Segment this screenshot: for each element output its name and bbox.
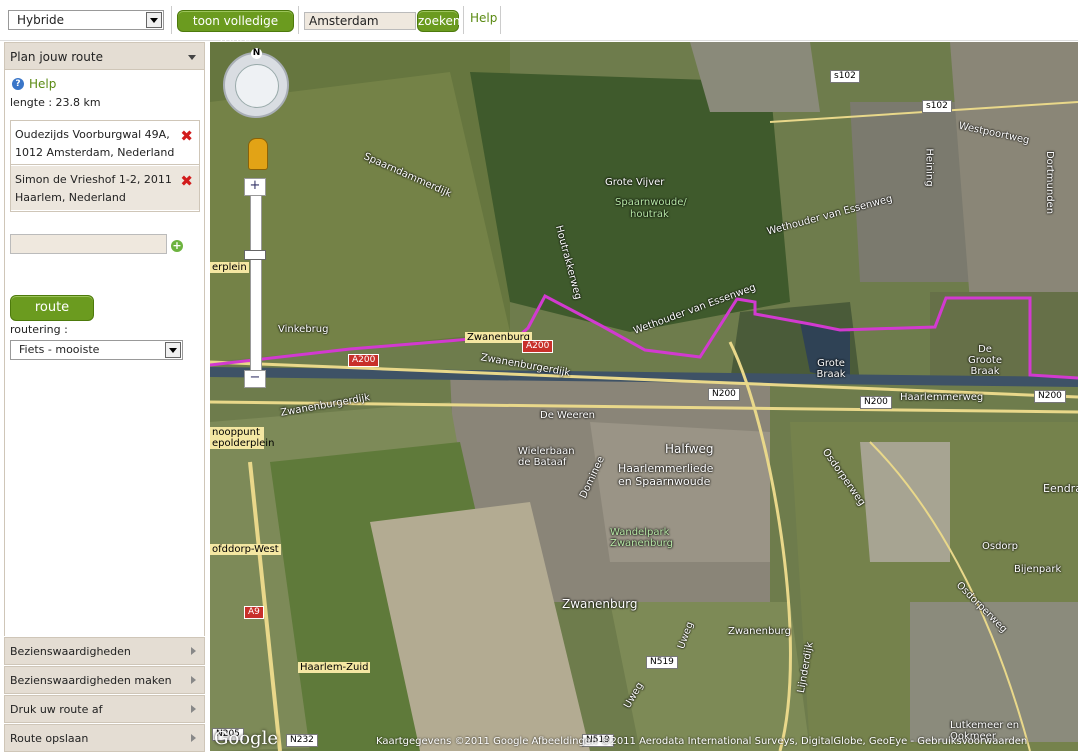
place-label: Wandelpark Zwanenburg: [610, 527, 673, 549]
top-toolbar: Hybride toon volledige route Amsterdam z…: [0, 0, 1078, 48]
map-attribution: Kaartgegevens ©2011 Google Afbeeldingen …: [376, 736, 1028, 747]
road-shield: N200: [1034, 390, 1066, 403]
compass-north-icon: N: [251, 48, 262, 59]
divider: [500, 6, 501, 34]
waypoint-list: Oudezijds Voorburgwal 49A, 1012 Amsterda…: [10, 120, 200, 212]
remove-icon[interactable]: ✖: [180, 172, 193, 190]
zoom-slider[interactable]: [250, 182, 262, 379]
help-icon: ?: [12, 78, 24, 90]
road-label: Heining: [923, 148, 935, 187]
routing-value: Fiets - mooiste: [19, 343, 100, 356]
chevron-right-icon: [191, 647, 196, 655]
place-label: Grote Vijver: [605, 177, 665, 188]
plan-route-body: ? Help lengte : 23.8 km Oudezijds Voorbu…: [4, 70, 205, 636]
waypoint-item[interactable]: Oudezijds Voorburgwal 49A, 1012 Amsterda…: [11, 121, 199, 165]
road-shield: A9: [244, 606, 264, 619]
accordion-save-route[interactable]: Route opslaan: [4, 724, 205, 752]
road-shield: N200: [708, 388, 740, 401]
place-label: ofddorp-West: [210, 544, 281, 555]
divider: [463, 6, 464, 34]
close-route-button[interactable]: route sluiten: [10, 295, 94, 339]
place-label: Haarlemmerliede en Spaarnwoude: [618, 462, 714, 488]
waypoint-line: Haarlem, Nederland: [15, 191, 126, 204]
panel-title: Plan jouw route: [10, 50, 103, 64]
waypoint-line: Oudezijds Voorburgwal 49A,: [15, 128, 170, 141]
accordion-label: Bezienswaardigheden maken: [10, 674, 172, 687]
place-label: Zwanenburg: [562, 597, 638, 611]
route-length: lengte : 23.8 km: [10, 96, 101, 109]
remove-icon[interactable]: ✖: [180, 127, 193, 145]
place-label: Wielerbaan de Bataaf: [518, 446, 575, 468]
place-label: Halfweg: [665, 442, 714, 456]
pan-hand-icon[interactable]: [235, 64, 279, 108]
chevron-right-icon: [191, 676, 196, 684]
place-label: Osdorp: [982, 541, 1019, 552]
map-type-select[interactable]: Hybride: [8, 10, 164, 30]
place-label: Haarlem-Zuid: [298, 662, 371, 673]
map-type-value: Hybride: [17, 13, 65, 27]
zoom-out-icon[interactable]: −: [244, 370, 266, 388]
road-shield: s102: [830, 70, 860, 83]
road-shield: A200: [522, 340, 554, 353]
help-link[interactable]: Help: [470, 11, 497, 25]
show-full-route-button[interactable]: toon volledige route: [177, 10, 294, 48]
help-label[interactable]: Help: [29, 77, 56, 91]
place-label: Bijenpark: [1014, 564, 1062, 575]
accordion-make-sights[interactable]: Bezienswaardigheden maken: [4, 666, 205, 694]
pan-control[interactable]: [223, 52, 289, 118]
accordion-label: Druk uw route af: [10, 703, 103, 716]
waypoint-line: Simon de Vrieshof 1-2, 2011: [15, 173, 172, 186]
search-input[interactable]: Amsterdam: [304, 12, 416, 30]
accordion-sights[interactable]: Bezienswaardigheden: [4, 637, 205, 665]
zoom-slider-handle[interactable]: [244, 250, 266, 260]
road-shield: N519: [646, 656, 678, 669]
waypoint-item[interactable]: Simon de Vrieshof 1-2, 2011 Haarlem, Ned…: [11, 166, 199, 210]
divider: [298, 6, 299, 34]
street-view-icon[interactable]: [248, 138, 268, 170]
collapse-icon[interactable]: [188, 55, 196, 60]
map-controls: N + −: [223, 48, 293, 392]
road-label: Dortmunden: [1044, 150, 1056, 215]
divider: [171, 6, 172, 34]
place-label: Spaarnwoude/: [615, 197, 687, 208]
left-panel: Plan jouw route ? Help lengte : 23.8 km …: [4, 42, 205, 752]
road-shield: N232: [286, 734, 318, 747]
google-logo: Google: [214, 728, 278, 749]
search-button[interactable]: zoeken: [417, 10, 461, 32]
accordion-label: Route opslaan: [10, 732, 89, 745]
road-label: Haarlemmerweg: [900, 392, 984, 403]
zoom-in-icon[interactable]: +: [244, 178, 266, 196]
place-label: Eendra: [1043, 482, 1078, 495]
road-shield: s102: [922, 100, 952, 113]
routing-select[interactable]: Fiets - mooiste: [10, 340, 183, 360]
road-shield: N200: [860, 396, 892, 409]
place-label: houtrak: [630, 209, 669, 220]
chevron-right-icon: [191, 705, 196, 713]
chevron-right-icon: [191, 734, 196, 742]
road-shield: A200: [348, 354, 380, 367]
place-label: Zwanenburg: [728, 626, 791, 637]
waypoint-line: 1012 Amsterdam, Nederland: [15, 146, 175, 159]
add-waypoint-input[interactable]: [10, 234, 167, 254]
accordion-print-route[interactable]: Druk uw route af: [4, 695, 205, 723]
map-canvas[interactable]: Spaarndammerdijk Grote Vijver Spaarnwoud…: [210, 42, 1078, 751]
accordion-label: Bezienswaardigheden: [10, 645, 131, 658]
chevron-down-icon[interactable]: [165, 342, 181, 358]
place-label: De Groote Braak: [968, 344, 1002, 377]
add-icon[interactable]: +: [171, 240, 183, 252]
place-label: De Weeren: [540, 410, 596, 421]
plan-route-header[interactable]: Plan jouw route: [4, 42, 205, 70]
place-label: Grote Braak: [816, 358, 846, 380]
place-label: nooppunt epolderplein: [210, 427, 275, 449]
routing-label: routering :: [10, 323, 68, 336]
chevron-down-icon[interactable]: [146, 12, 162, 28]
